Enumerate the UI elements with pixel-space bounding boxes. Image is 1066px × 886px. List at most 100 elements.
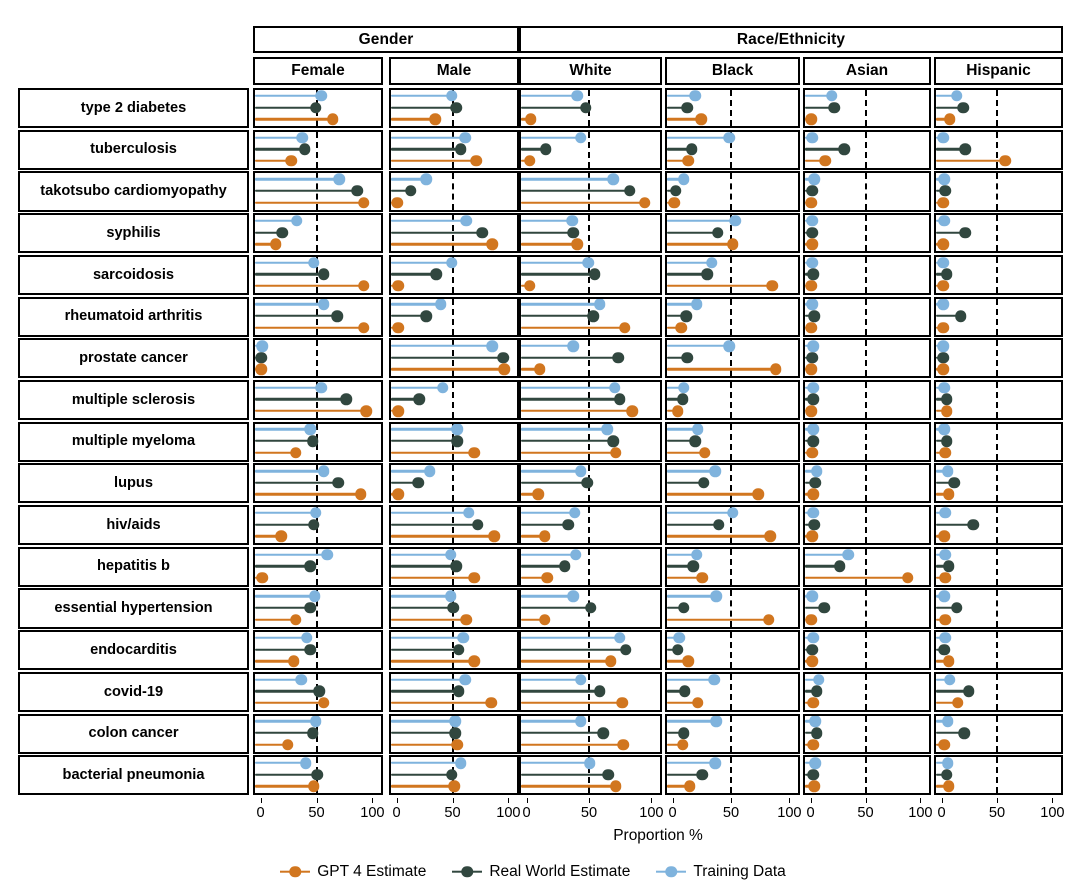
data-panel <box>934 671 1063 712</box>
panel-plot-area <box>391 90 517 127</box>
panel-plot-area <box>805 548 929 585</box>
reference-line-50 <box>730 632 733 669</box>
lollipop-stem <box>255 648 311 651</box>
lollipop-stem <box>391 386 443 389</box>
lollipop-stem <box>391 553 451 556</box>
lollipop-marker <box>585 602 597 614</box>
data-panel <box>665 671 800 712</box>
lollipop-stem <box>391 534 495 538</box>
lollipop-marker <box>805 363 817 376</box>
legend-label: GPT 4 Estimate <box>317 862 427 880</box>
lollipop-marker <box>937 238 949 250</box>
lollipop-marker <box>937 321 949 334</box>
lollipop-marker <box>677 602 690 614</box>
lollipop-marker <box>807 697 820 709</box>
panel-plot-area <box>667 507 798 544</box>
lollipop-stem <box>521 595 574 598</box>
lollipop-marker <box>962 685 975 698</box>
lollipop-marker <box>581 477 593 489</box>
column-group-header-gender: Gender <box>253 26 519 53</box>
lollipop-stem <box>521 701 623 705</box>
lollipop-marker <box>938 173 951 185</box>
data-panel <box>934 463 1063 504</box>
row-label-text: multiple myeloma <box>71 433 196 450</box>
lollipop-marker <box>457 632 469 644</box>
data-panel <box>934 129 1063 170</box>
lollipop-marker <box>937 298 949 311</box>
row-label-hepatitis-b: hepatitis b <box>18 546 249 587</box>
panel-plot-area <box>255 673 381 710</box>
data-panel <box>934 588 1063 629</box>
panel-plot-area <box>936 548 1061 585</box>
data-panel <box>519 129 662 170</box>
lollipop-stem <box>391 523 478 526</box>
reference-line-50 <box>730 381 733 419</box>
panel-plot-area <box>521 173 660 210</box>
lollipop-marker <box>296 131 309 144</box>
lollipop-stem <box>521 660 611 663</box>
lollipop-marker <box>940 435 953 447</box>
lollipop-marker <box>999 155 1011 167</box>
lollipop-stem <box>255 690 320 693</box>
data-panel <box>665 213 800 254</box>
data-panel <box>389 630 519 671</box>
chart-root: Gender Race/Ethnicity Female Male White Black… <box>0 0 1066 886</box>
panel-plot-area <box>521 673 660 710</box>
panel-plot-area <box>521 423 660 460</box>
panel-plot-area <box>805 423 929 460</box>
lollipop-marker <box>705 256 718 269</box>
lollipop-stem <box>391 511 469 515</box>
data-panel <box>519 505 662 546</box>
panel-plot-area <box>805 632 929 669</box>
lollipop-marker <box>939 507 952 519</box>
panel-plot-area <box>391 298 517 335</box>
panel-plot-area <box>391 673 517 710</box>
data-panel <box>519 671 662 712</box>
lollipop-stem <box>391 731 456 735</box>
lollipop-marker <box>818 602 831 614</box>
lollipop-marker <box>828 101 840 114</box>
lollipop-stem <box>391 368 505 371</box>
lollipop-marker <box>826 90 838 102</box>
row-label-text: prostate cancer <box>79 349 188 366</box>
panel-plot-area <box>391 215 517 252</box>
data-panel <box>665 546 800 587</box>
lollipop-marker <box>806 655 818 667</box>
row-label-endocarditis: endocarditis <box>18 630 249 671</box>
row-label-sarcoidosis: sarcoidosis <box>18 254 249 295</box>
lollipop-stem <box>667 720 717 723</box>
lollipop-marker <box>607 173 620 185</box>
lollipop-marker <box>269 238 282 250</box>
lollipop-stem <box>391 106 457 109</box>
panel-plot-area <box>667 757 798 794</box>
lollipop-stem <box>521 231 574 234</box>
lollipop-stem <box>521 451 616 454</box>
data-panel <box>665 463 800 504</box>
lollipop-marker <box>709 757 721 769</box>
x-tick-mark <box>526 797 528 803</box>
lollipop-marker <box>307 780 320 793</box>
row-label-hiv-aids: hiv/aids <box>18 505 249 546</box>
lollipop-stem <box>391 648 459 651</box>
row-label-text: hiv/aids <box>106 516 161 533</box>
legend-item-gpt-4-estimate: GPT 4 Estimate <box>280 864 426 880</box>
lollipop-marker <box>626 405 638 417</box>
lollipop-stem <box>391 451 475 454</box>
x-tick-mark <box>865 797 867 803</box>
data-panel <box>934 713 1063 754</box>
lollipop-marker <box>669 185 682 197</box>
lollipop-marker <box>687 560 699 572</box>
lollipop-marker <box>392 488 404 501</box>
lollipop-stem <box>521 201 645 204</box>
lollipop-marker <box>806 530 818 542</box>
lollipop-marker <box>940 268 953 281</box>
lollipop-marker <box>806 590 818 602</box>
lollipop-marker <box>301 632 313 644</box>
lollipop-stem <box>521 273 595 276</box>
row-label-text: bacterial pneumonia <box>62 766 205 783</box>
lollipop-marker <box>808 518 821 531</box>
lollipop-marker <box>689 435 702 447</box>
lollipop-marker <box>806 226 818 239</box>
lollipop-marker <box>806 131 818 144</box>
x-tick-label: 0 <box>392 804 401 821</box>
